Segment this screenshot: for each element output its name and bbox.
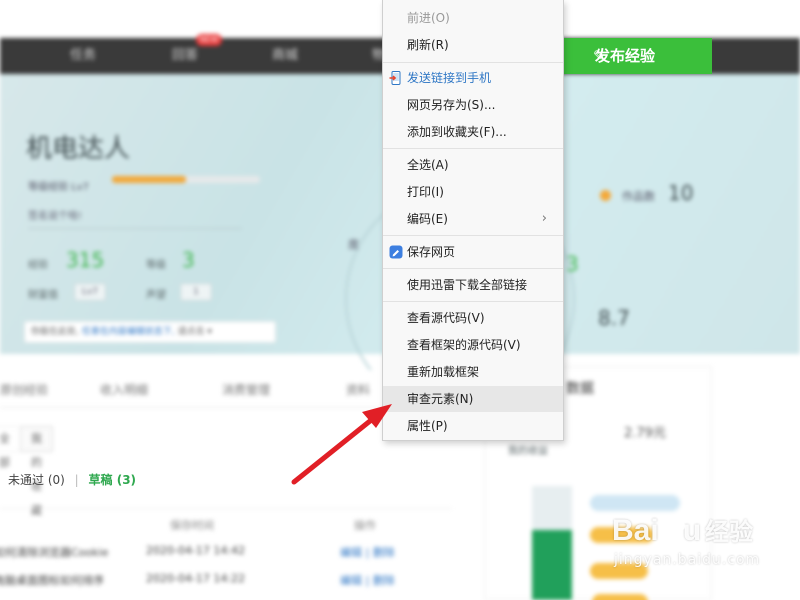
signature-text: 签名说个啥! [28, 211, 83, 222]
stat-value-exp: 315 [66, 248, 105, 272]
table-header: 保存时间 操作 [0, 508, 452, 538]
right-panel-value: 2.79元 [624, 426, 666, 441]
menu-item-refresh[interactable]: 刷新(R) [383, 32, 563, 58]
paw-logo-icon [662, 516, 685, 543]
notice-text: 你能在此处, [31, 327, 79, 337]
table-row: 电脑桌面图标如何排序 2020-04-17 14:22 编辑 | 删除 [0, 566, 452, 594]
menu-item-save-page[interactable]: 保存网页 [383, 239, 563, 265]
level-progress-bar [112, 176, 260, 183]
row-title[interactable]: 电脑桌面图标如何排序 [0, 572, 104, 588]
menu-separator [383, 301, 563, 302]
row-time: 2020-04-17 14:22 [146, 572, 246, 585]
nav-new-badge: NEW [196, 34, 222, 46]
stat-label-wealth: 财富值 [28, 290, 58, 301]
table-row: 如何清除浏览器Cookie 2020-04-17 14:42 编辑 | 删除 [0, 538, 452, 566]
stat-label-exp: 经验 [28, 260, 48, 271]
row-title[interactable]: 如何清除浏览器Cookie [0, 544, 108, 560]
tab-consume[interactable]: 消费管理 [222, 381, 270, 398]
tab-original[interactable]: 原创经验 [0, 381, 48, 398]
tab-income[interactable]: 收入明细 [100, 381, 148, 398]
stat-label-fame: 声望 [146, 290, 166, 301]
menu-item-thunder-download[interactable]: 使用迅雷下载全部链接 [383, 272, 563, 298]
menu-item-select-all[interactable]: 全选(A) [383, 152, 563, 178]
save-page-icon [389, 245, 403, 259]
circle-value: 3 [566, 252, 579, 276]
menu-item-view-frame-source[interactable]: 查看框架的源代码(V) [383, 332, 563, 358]
th-save-time: 保存时间 [170, 519, 214, 532]
pill [592, 594, 648, 600]
menu-item-reload-frame[interactable]: 重新加载框架 [383, 359, 563, 385]
publish-experience-button[interactable]: ✎ 发布经验 [563, 38, 712, 74]
circle-label: 度 [348, 238, 359, 251]
stat-label-level: 等级 [146, 260, 166, 271]
right-panel-bar [532, 530, 572, 600]
menu-separator [383, 148, 563, 149]
watermark-brand: Bai [612, 514, 659, 547]
nav-item-mall[interactable]: 商城 [272, 38, 298, 74]
baidu-jingyan-watermark: Bai u 经验 jingyan.baidu.com [612, 512, 759, 568]
score-value: 8.7 [598, 306, 630, 330]
hero-divider [28, 228, 242, 229]
row-time: 2020-04-17 14:42 [146, 544, 246, 557]
menu-item-send-link[interactable]: 发送链接到手机 [383, 65, 563, 91]
tab-profile[interactable]: 资料 [346, 381, 370, 398]
user-name: 机电达人 [26, 134, 131, 164]
watermark-cn: 经验 [705, 518, 754, 546]
menu-item-save-as[interactable]: 网页另存为(S)... [383, 92, 563, 118]
status-divider: | [74, 473, 79, 487]
works-label: 作品数 [622, 190, 655, 203]
stat-box-fame: 1 [180, 283, 212, 301]
menu-item-label: 编码(E) [407, 212, 448, 226]
menu-item-encoding[interactable]: 编码(E) › [383, 206, 563, 232]
menu-item-label: 发送链接到手机 [407, 71, 492, 85]
notice-bar: 你能在此处, 任意在内容编辑状态下, 请点击 ▾ [24, 321, 276, 343]
row-action[interactable]: 编辑 | 删除 [340, 572, 395, 588]
subtab-favorites[interactable]: 我的收藏 [20, 426, 53, 517]
right-panel-caption: 我的收益 [508, 446, 548, 457]
pill [590, 495, 680, 511]
nav-item-task[interactable]: 任务 [70, 38, 96, 74]
menu-separator [383, 235, 563, 236]
menu-item-properties[interactable]: 属性(P) [383, 413, 563, 439]
stat-value-level: 3 [182, 248, 195, 272]
nav-item-answer[interactable]: 回答 [172, 38, 198, 74]
orange-dot-icon [600, 190, 611, 201]
row-action[interactable]: 编辑 | 删除 [340, 544, 395, 560]
context-menu: 前进(O) 刷新(R) 发送链接到手机 网页另存为(S)... 添加到收藏夹(F… [382, 0, 564, 441]
stat-box-wealth: Lv7 [74, 283, 106, 301]
menu-separator [383, 62, 563, 63]
menu-item-add-favorite[interactable]: 添加到收藏夹(F)... [383, 119, 563, 145]
subtab-all[interactable]: 全部 [0, 426, 21, 469]
level-text: 等级经验 Lv7 [28, 182, 90, 193]
chevron-right-icon: › [541, 211, 547, 226]
status-draft[interactable]: 草稿 (3) [89, 473, 137, 487]
notice-tail[interactable]: 请点击 ▾ [178, 327, 212, 337]
phone-send-icon [389, 71, 401, 85]
notice-link[interactable]: 任意在内容编辑状态下, [82, 327, 175, 337]
menu-item-print[interactable]: 打印(I) [383, 179, 563, 205]
menu-item-label: 保存网页 [407, 245, 456, 259]
status-rejected[interactable]: 未通过 (0) [8, 473, 65, 487]
menu-item-view-source[interactable]: 查看源代码(V) [383, 305, 563, 331]
th-action: 操作 [354, 519, 376, 532]
right-panel-title: 数据 [566, 381, 594, 397]
level-progress-fill [112, 176, 186, 183]
menu-item-inspect-element[interactable]: 审查元素(N) [383, 386, 563, 412]
watermark-url: jingyan.baidu.com [614, 552, 761, 568]
pen-icon: ✎ [593, 47, 606, 65]
menu-item-forward[interactable]: 前进(O) [383, 5, 563, 31]
menu-separator [383, 268, 563, 269]
status-text-row: 未通过 (0) | 草稿 (3) [8, 470, 136, 490]
works-value: 10 [668, 181, 694, 205]
